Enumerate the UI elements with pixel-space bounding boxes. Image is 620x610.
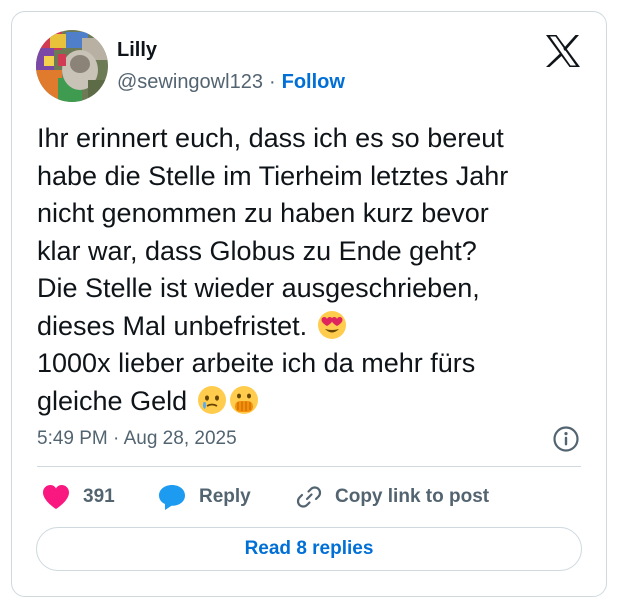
tweet-line: gleiche Geld [37, 385, 188, 416]
link-icon [296, 486, 322, 508]
separator-dot: · [268, 71, 276, 93]
tweet-line: nicht genommen zu haben kurz bevor [37, 198, 489, 228]
tweet-line: dieses Mal unbefristet. [37, 310, 308, 341]
face-holding-back-tears-emoji [197, 385, 227, 415]
read-replies-button[interactable]: Read 8 replies [36, 527, 582, 571]
handle-row: @sewingowl123 · Follow [117, 70, 345, 94]
tweet-line: Ihr erinnert euch, dass ich es so bereut [37, 123, 504, 153]
heart-icon [43, 485, 69, 509]
avatar[interactable] [36, 30, 108, 102]
face-with-hand-over-mouth-emoji [229, 385, 259, 415]
display-name[interactable]: Lilly [117, 38, 157, 62]
info-icon[interactable] [552, 425, 580, 453]
tweet-text: Ihr erinnert euch, dass ich es so bereut… [37, 120, 597, 420]
timestamp[interactable]: 5:49 PM · Aug 28, 2025 [37, 428, 237, 450]
user-handle[interactable]: @sewingowl123 [117, 71, 263, 93]
action-bar: 391 Reply Copy link to post [37, 482, 597, 512]
tweet-card: Lilly @sewingowl123 · Follow Ihr erinnert … [11, 11, 607, 597]
like-button[interactable]: 391 [41, 482, 115, 512]
x-logo-icon[interactable] [545, 34, 581, 68]
reply-button[interactable]: Reply [157, 482, 251, 512]
copy-link-button[interactable]: Copy link to post [295, 482, 489, 512]
reply-label: Reply [199, 486, 251, 507]
tweet-line: Die Stelle ist wieder ausgeschrieben, [37, 273, 480, 303]
tweet-line: 1000x lieber arbeite ich da mehr fürs [37, 348, 476, 378]
heart-eyes-emoji [317, 310, 347, 340]
tweet-line: klar war, dass Globus zu Ende geht? [37, 235, 477, 266]
copy-link-label: Copy link to post [335, 486, 490, 507]
avatar-image [36, 30, 108, 102]
reply-bubble-icon [159, 485, 185, 510]
follow-button[interactable]: Follow [282, 71, 345, 93]
like-count: 391 [83, 486, 115, 507]
divider [37, 466, 581, 467]
tweet-line: habe die Stelle im Tierheim letztes Jahr [37, 160, 509, 191]
